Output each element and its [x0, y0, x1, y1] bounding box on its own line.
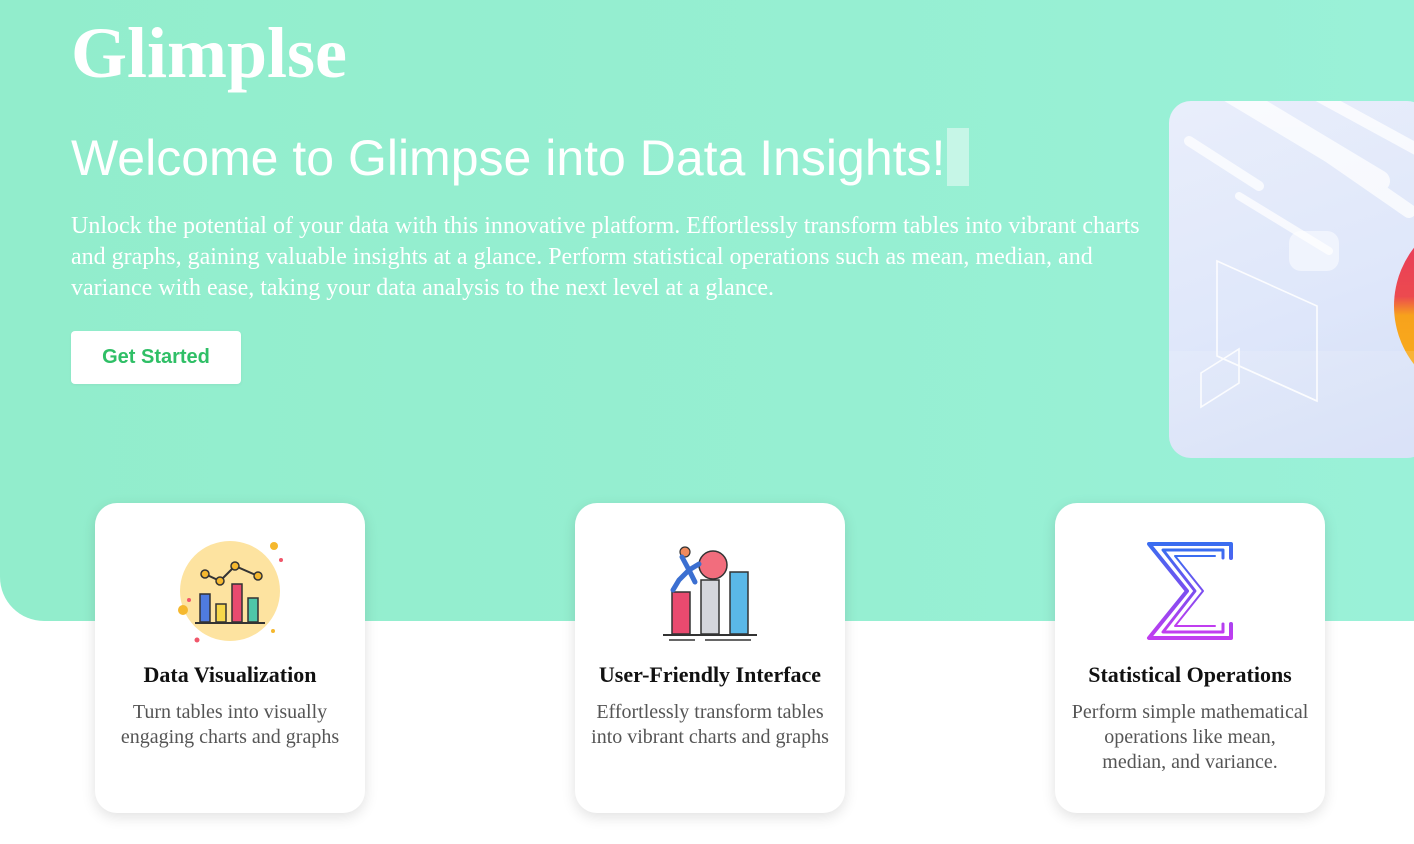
- abstract-data-illustration-icon: [1169, 101, 1414, 458]
- landing-page: Glimplse Welcome to Glimpse into Data In…: [0, 0, 1414, 844]
- feature-description: Turn tables into visually engaging chart…: [120, 701, 340, 748]
- feature-description: Perform simple mathematical operations l…: [1071, 701, 1309, 773]
- feature-card-data-visualization: Data Visualization Turn tables into visu…: [95, 503, 365, 813]
- feature-title: User-Friendly Interface: [598, 662, 822, 687]
- feature-title: Statistical Operations: [1088, 662, 1292, 687]
- sigma-icon: [1135, 536, 1245, 646]
- hero-headline: Welcome to Glimpse into Data Insights!: [71, 128, 970, 188]
- hero-headline-text: Welcome to Glimpse into Data Insights!: [71, 130, 946, 186]
- text-caret: [947, 128, 970, 186]
- hero-illustration: [1169, 101, 1414, 458]
- feature-card-user-friendly-interface: User-Friendly Interface Effortlessly tra…: [575, 503, 845, 813]
- brand-logo[interactable]: Glimplse: [71, 8, 347, 98]
- get-started-button[interactable]: Get Started: [71, 331, 241, 384]
- feature-description: Effortlessly transform tables into vibra…: [591, 701, 829, 748]
- hero-intro: Unlock the potential of your data with t…: [71, 213, 1140, 301]
- climbing-bars-icon: [655, 536, 765, 646]
- feature-title: Data Visualization: [143, 662, 317, 687]
- feature-card-statistical-operations: Statistical Operations Perform simple ma…: [1055, 503, 1325, 813]
- bar-chart-icon: [175, 536, 285, 646]
